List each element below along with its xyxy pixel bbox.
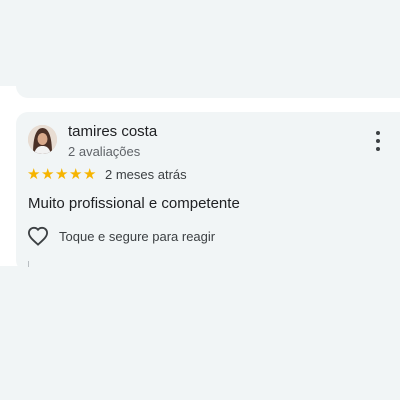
scroll-indicator: [28, 261, 29, 267]
reviewer-name[interactable]: tamires costa: [68, 123, 157, 140]
review-time: 2 meses atrás: [105, 167, 187, 182]
star-icon: ★: [41, 166, 55, 183]
star-icon: ★: [55, 166, 69, 183]
avatar[interactable]: [28, 125, 57, 154]
star-icon: ★: [69, 166, 83, 183]
star-rating: ★ ★ ★ ★ ★: [27, 167, 96, 182]
background-bottom: [0, 266, 400, 400]
star-icon: ★: [83, 166, 97, 183]
user-photo-avatar-icon: [28, 125, 57, 154]
review-text: Muito profissional e competente: [28, 195, 240, 212]
more-vert-icon[interactable]: [372, 131, 384, 151]
heart-outline-icon[interactable]: [27, 226, 49, 246]
star-icon: ★: [27, 166, 41, 183]
react-hint-label: Toque e segure para reagir: [59, 229, 216, 244]
previous-review-card: [16, 0, 400, 98]
reviewer-review-count: 2 avaliações: [68, 144, 141, 159]
